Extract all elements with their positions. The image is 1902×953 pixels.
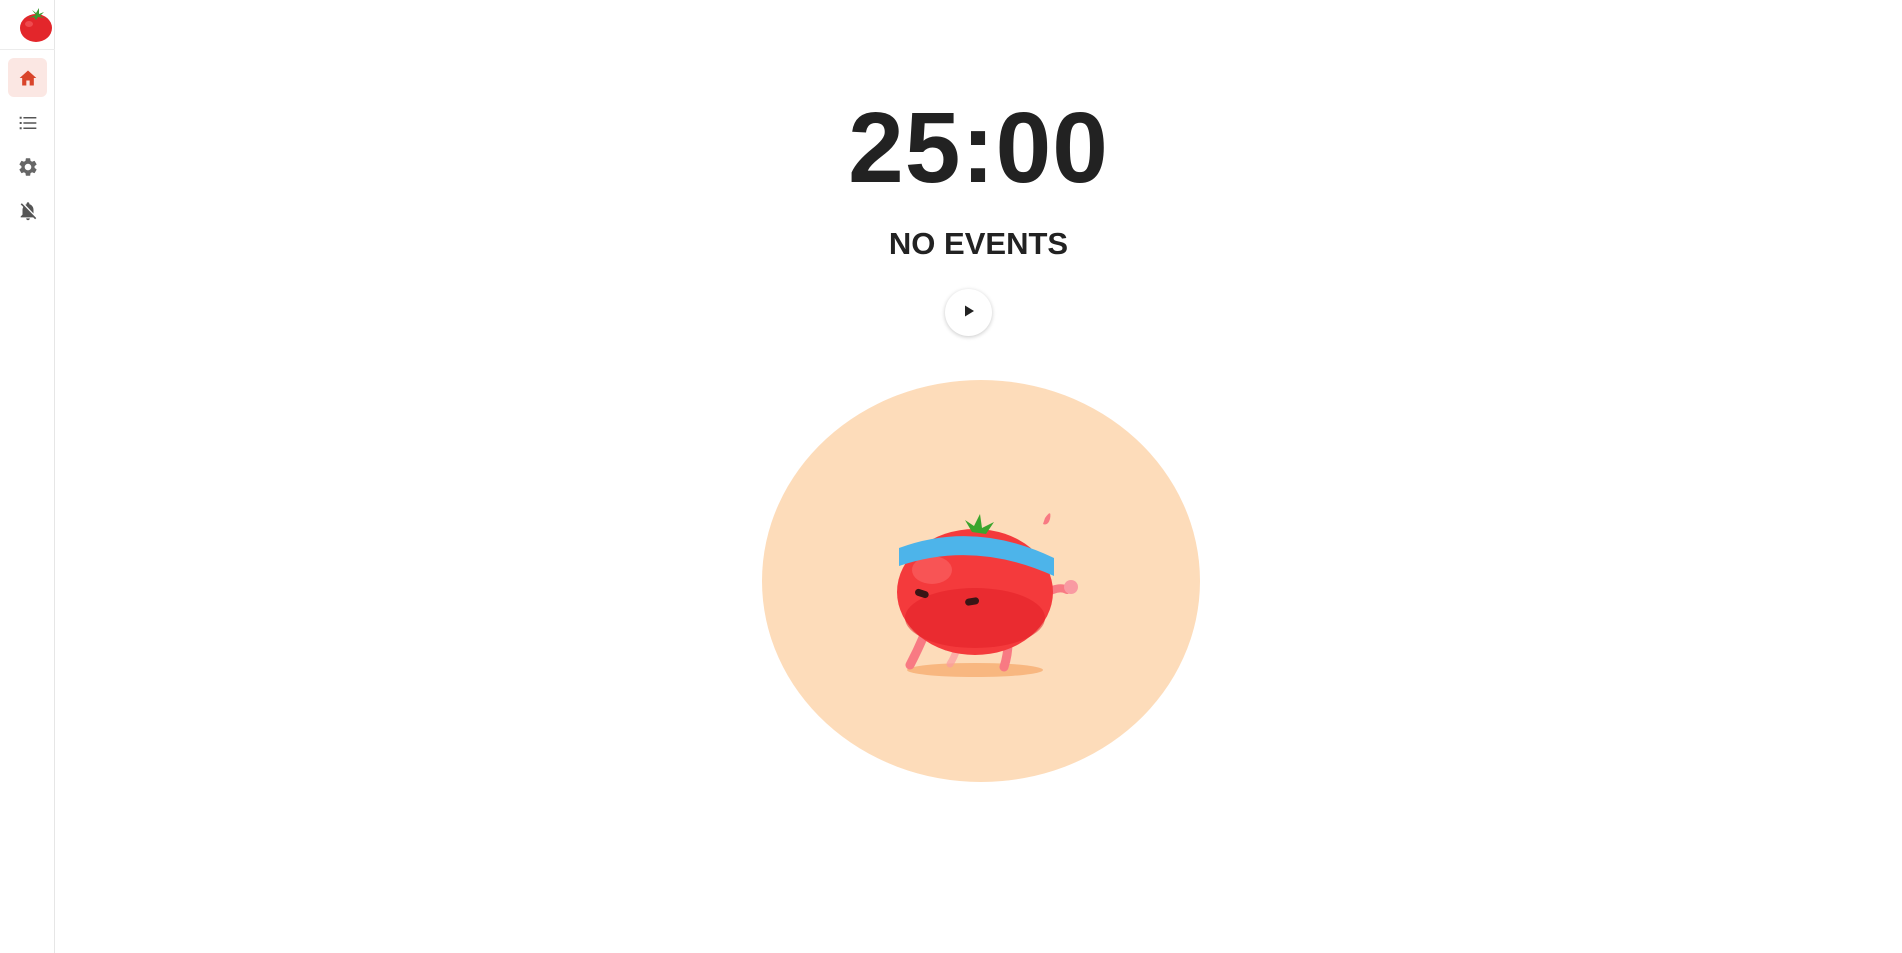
home-icon	[18, 68, 38, 88]
gear-icon	[17, 156, 39, 178]
sidebar-item-home[interactable]	[8, 58, 47, 97]
sidebar-item-settings[interactable]	[8, 147, 47, 186]
running-tomato-icon	[897, 513, 1078, 677]
play-icon	[962, 304, 976, 321]
sidebar	[0, 0, 55, 953]
list-icon	[18, 113, 38, 133]
play-button[interactable]	[945, 289, 992, 336]
app-root: 25:00 NO EVENTS	[0, 0, 1902, 953]
logo-divider	[0, 49, 55, 50]
main-content: 25:00 NO EVENTS	[55, 0, 1902, 953]
status-text: NO EVENTS	[888, 226, 1069, 261]
sidebar-item-tasks[interactable]	[8, 103, 47, 142]
tomato-logo-icon	[17, 6, 55, 44]
timer-display: 25:00	[848, 92, 1109, 204]
sidebar-item-notifications[interactable]	[8, 191, 47, 230]
bell-off-icon	[17, 200, 39, 222]
mascot-circle	[762, 380, 1200, 782]
